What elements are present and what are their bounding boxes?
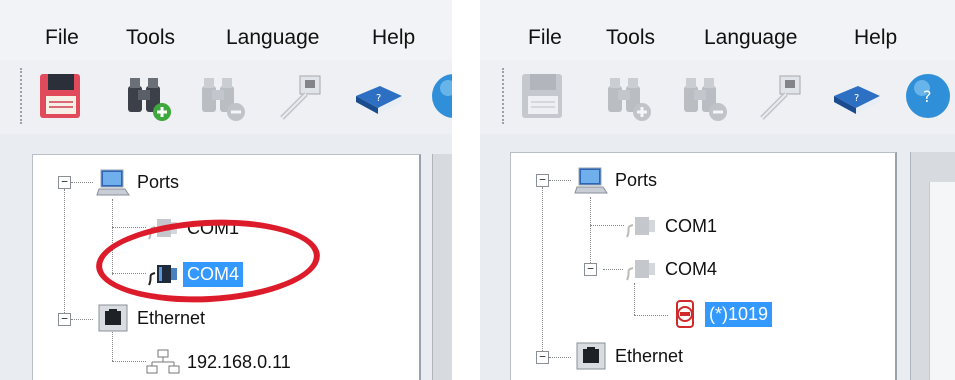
com1-label: COM1 bbox=[665, 215, 718, 236]
ethernet-collapse-toggle[interactable]: − bbox=[58, 313, 71, 326]
connect-button[interactable] bbox=[272, 66, 328, 126]
menu-help[interactable]: Help bbox=[372, 26, 415, 50]
details-pane-edge bbox=[910, 152, 955, 380]
ports-collapse-toggle[interactable]: − bbox=[58, 176, 71, 189]
help-book-button[interactable]: ? bbox=[828, 66, 884, 126]
ethernet-port-icon bbox=[576, 342, 606, 370]
tree-node-ports[interactable]: Ports bbox=[573, 165, 661, 195]
menu-language[interactable]: Language bbox=[704, 26, 797, 50]
computer-icon bbox=[574, 167, 608, 194]
binoculars-remove-icon bbox=[684, 78, 727, 121]
ports-label: Ports bbox=[137, 171, 180, 192]
ports-collapse-toggle[interactable]: − bbox=[536, 174, 549, 187]
help-globe-icon bbox=[432, 74, 452, 118]
save-button[interactable] bbox=[36, 66, 92, 126]
save-button[interactable] bbox=[518, 66, 574, 126]
menu-tools[interactable]: Tools bbox=[606, 26, 655, 50]
menu-file[interactable]: File bbox=[45, 26, 79, 50]
help-globe-button[interactable] bbox=[428, 66, 452, 126]
svg-text:?: ? bbox=[854, 93, 859, 104]
help-globe-icon: ? bbox=[906, 74, 950, 118]
ethernet-label: Ethernet bbox=[615, 345, 684, 366]
tree-node-ethernet[interactable]: Ethernet bbox=[95, 303, 209, 333]
device-tree: − Ports COM1 − COM4 (*)1019 − Ethernet bbox=[510, 152, 897, 380]
ports-label: Ports bbox=[615, 169, 658, 190]
toolbar: ? bbox=[0, 60, 452, 134]
toolbar-grip[interactable] bbox=[502, 68, 510, 124]
left-screenshot-panel: File Tools Language Help ? − Ports COM1 … bbox=[0, 0, 452, 380]
network-icon bbox=[146, 349, 180, 374]
binoculars-remove-icon bbox=[202, 78, 245, 121]
network-cable-icon bbox=[760, 75, 801, 120]
binoculars-add-icon bbox=[128, 78, 171, 121]
tree-node-device[interactable]: (*)1019 bbox=[667, 299, 773, 329]
connect-button[interactable] bbox=[752, 66, 808, 126]
computer-icon bbox=[96, 169, 130, 196]
svg-text:?: ? bbox=[376, 93, 381, 104]
serial-port-icon bbox=[626, 260, 655, 281]
tree-node-ethernet[interactable]: Ethernet bbox=[573, 341, 687, 371]
ip-label: 192.168.0.11 bbox=[187, 351, 291, 372]
details-pane-edge bbox=[432, 154, 452, 380]
tree-node-com4[interactable]: COM4 bbox=[623, 254, 721, 284]
help-book-icon: ? bbox=[834, 86, 880, 114]
com4-label: COM4 bbox=[665, 258, 718, 279]
add-search-button[interactable] bbox=[600, 66, 656, 126]
tree-node-com1[interactable]: COM1 bbox=[623, 211, 721, 241]
device-label: (*)1019 bbox=[705, 301, 773, 327]
tree-node-ip[interactable]: 192.168.0.11 bbox=[145, 347, 295, 377]
help-book-icon: ? bbox=[356, 86, 402, 114]
right-screenshot-panel: File Tools Language Help ? ? − Ports COM… bbox=[480, 0, 955, 380]
ethernet-collapse-toggle[interactable]: − bbox=[536, 351, 549, 364]
menu-file[interactable]: File bbox=[528, 26, 562, 50]
toolbar-grip[interactable] bbox=[20, 68, 28, 124]
save-icon bbox=[40, 74, 80, 118]
menu-language[interactable]: Language bbox=[226, 26, 319, 50]
ethernet-label: Ethernet bbox=[137, 307, 206, 328]
remove-search-button[interactable] bbox=[676, 66, 732, 126]
menu-tools[interactable]: Tools bbox=[126, 26, 175, 50]
device-meter-icon bbox=[676, 300, 694, 328]
menu-help[interactable]: Help bbox=[854, 26, 897, 50]
binoculars-add-icon bbox=[608, 78, 651, 121]
network-cable-icon bbox=[280, 75, 321, 120]
save-icon bbox=[522, 74, 562, 118]
add-search-button[interactable] bbox=[120, 66, 176, 126]
svg-text:?: ? bbox=[923, 87, 932, 106]
help-globe-button[interactable]: ? bbox=[900, 66, 955, 126]
serial-port-icon bbox=[626, 217, 655, 238]
remove-search-button[interactable] bbox=[194, 66, 250, 126]
help-book-button[interactable]: ? bbox=[350, 66, 406, 126]
toolbar: ? ? bbox=[480, 60, 955, 134]
ethernet-port-icon bbox=[98, 304, 128, 332]
tree-node-ports[interactable]: Ports bbox=[95, 167, 183, 197]
com4-collapse-toggle[interactable]: − bbox=[584, 263, 597, 276]
